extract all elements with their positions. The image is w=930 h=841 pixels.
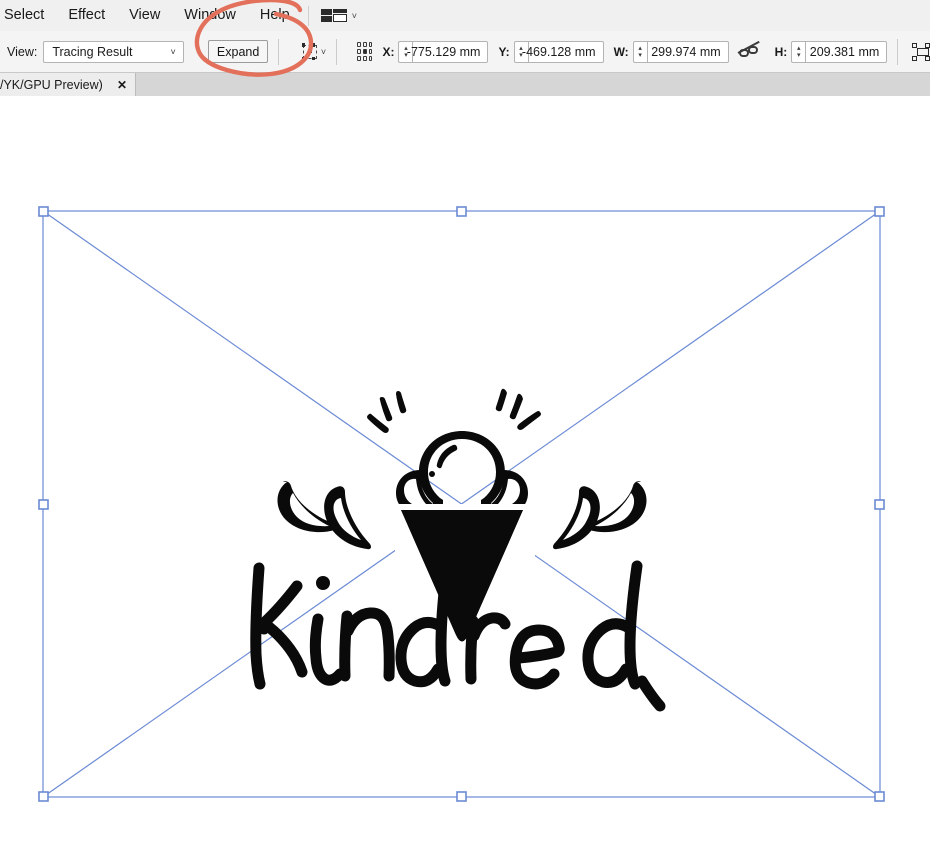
menu-item-view[interactable]: View [117,0,172,31]
x-position-group: X: ▴ ▾ -775.129 mm [382,41,488,63]
ice-cream-scoop [419,431,505,510]
ice-cream-logo-artwork [256,389,660,706]
w-label: W: [614,45,629,59]
chevron-down-icon[interactable]: ˅ [352,11,357,21]
sparkle-lines-right [496,389,541,430]
fit-to-selection-icon[interactable] [912,43,930,61]
y-label: Y: [498,45,509,59]
handle-top-left [39,207,48,216]
view-dropdown[interactable]: Tracing Result ˅ [43,41,183,63]
view-dropdown-value: Tracing Result [44,45,132,59]
y-position-group: Y: ▴ ▾ -469.128 mm [498,41,603,63]
arrange-documents-icon[interactable] [321,7,347,25]
control-bar: View: Tracing Result ˅ Expand ˅ X: ▴ ▾ -… [0,31,930,73]
height-group: H: ▴ ▾ 209.381 mm [775,41,888,63]
menu-bar: Select Effect View Window Help ˅ [0,0,930,31]
close-icon[interactable]: ✕ [117,78,127,92]
handle-middle-right [875,500,884,509]
stepper-down-icon[interactable]: ▾ [797,52,801,59]
document-tab-label: /YK/GPU Preview) [0,78,111,92]
view-label: View: [7,45,37,59]
scoop-highlight [437,445,458,469]
handle-top-center [457,207,466,216]
document-tab[interactable]: /YK/GPU Preview) ✕ [0,73,136,96]
w-stepper[interactable]: ▴ ▾ [633,41,647,63]
scoop-dot [429,471,435,477]
stepper-down-icon[interactable]: ▾ [638,52,642,59]
transform-anchor-icon[interactable] [301,43,316,61]
width-group: W: ▴ ▾ 299.974 mm [614,41,729,63]
h-input[interactable]: 209.381 mm [805,41,887,63]
control-divider [278,39,279,65]
handle-top-right [875,207,884,216]
handle-bottom-center [457,792,466,801]
menu-item-window[interactable]: Window [172,0,248,31]
expand-button[interactable]: Expand [208,40,269,63]
y-input[interactable]: -469.128 mm [528,41,604,63]
h-label: H: [775,45,788,59]
h-stepper[interactable]: ▴ ▾ [791,41,805,63]
chevron-down-icon: ˅ [171,47,176,57]
x-input[interactable]: -775.129 mm [412,41,488,63]
document-tab-bar: /YK/GPU Preview) ✕ [0,73,930,96]
menu-item-help[interactable]: Help [248,0,302,31]
sparkle-lines-left [367,391,406,433]
control-divider [336,39,337,65]
x-label: X: [382,45,394,59]
reference-point-grid-icon[interactable] [357,42,372,61]
handle-middle-left [39,500,48,509]
menubar-divider [308,6,309,26]
chevron-down-icon[interactable]: ˅ [321,47,326,57]
leaf-upper-right [553,486,600,549]
handle-bottom-left [39,792,48,801]
menu-item-effect[interactable]: Effect [56,0,117,31]
broken-link-icon[interactable] [739,44,757,60]
control-divider [897,39,898,65]
menu-item-select[interactable]: Select [0,0,56,31]
stepper-up-icon[interactable]: ▴ [638,45,642,52]
leaf-upper-left [324,486,371,549]
stepper-up-icon[interactable]: ▴ [797,45,801,52]
handle-bottom-right [875,792,884,801]
w-input[interactable]: 299.974 mm [647,41,729,63]
artboard-canvas[interactable] [0,96,930,841]
